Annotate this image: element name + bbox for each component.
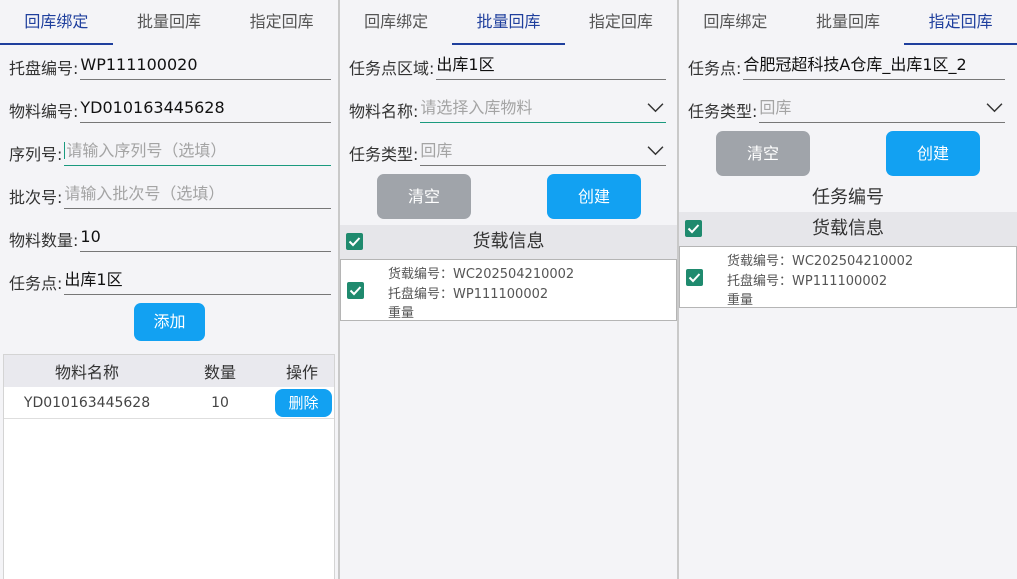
cargo-info-header: 货载信息 <box>340 225 677 259</box>
task-area-input[interactable]: 出库1区 <box>436 52 666 80</box>
task-area-field: 任务点区域: 出库1区 <box>349 52 666 80</box>
task-type-field: 任务类型: 回库 <box>349 138 666 166</box>
col-header-action: 操作 <box>285 363 318 382</box>
tab-batch-return[interactable]: 批量回库 <box>113 0 226 46</box>
material-table: 物料名称 数量 操作 YD010163445628 10 删除 <box>3 354 335 579</box>
task-type-select[interactable]: 回库 <box>420 138 666 166</box>
task-type-select[interactable]: 回库 <box>759 95 1005 123</box>
col-header-material-name: 物料名称 <box>54 363 119 382</box>
task-type-placeholder: 回库 <box>420 141 453 160</box>
cargo-item-checkbox[interactable] <box>347 282 364 299</box>
pallet-code-text: 托盘编号：WP111100002 <box>388 287 549 302</box>
task-point-label: 任务点: <box>9 274 63 293</box>
cell-material-name: YD010163445628 <box>23 394 151 411</box>
tab-return-bind[interactable]: 回库绑定 <box>0 0 113 46</box>
tab-return-bind[interactable]: 回库绑定 <box>679 0 792 46</box>
tab-bar: 回库绑定 批量回库 指定回库 <box>340 0 677 46</box>
tab-batch-return[interactable]: 批量回库 <box>452 0 565 46</box>
chevron-down-icon <box>986 103 1003 113</box>
cargo-info-title: 货载信息 <box>812 218 884 239</box>
batch-number-label: 批次号: <box>9 188 63 207</box>
task-type-label: 任务类型: <box>349 145 419 164</box>
tab-specified-return[interactable]: 指定回库 <box>225 0 338 46</box>
task-type-placeholder: 回库 <box>759 98 792 117</box>
chevron-down-icon <box>647 103 664 113</box>
return-bind-panel: 回库绑定 批量回库 指定回库 托盘编号: WP111100020 物料编号: Y… <box>0 0 338 579</box>
serial-number-input[interactable]: 请输入序列号（选填） <box>64 138 331 166</box>
tab-bar: 回库绑定 批量回库 指定回库 <box>679 0 1017 46</box>
pallet-code-field: 托盘编号: WP111100020 <box>9 52 331 80</box>
task-point-field: 任务点: 出库1区 <box>9 267 331 295</box>
weight-text: 重量 <box>388 306 415 321</box>
cargo-item-checkbox[interactable] <box>686 269 703 286</box>
checkbox-checked-icon <box>688 273 701 283</box>
serial-number-label: 序列号: <box>9 145 63 164</box>
task-point-field: 任务点: 合肥冠超科技A仓库_出库1区_2 <box>688 52 1005 80</box>
tab-batch-return[interactable]: 批量回库 <box>792 0 905 46</box>
material-code-label: 物料编号: <box>9 102 79 121</box>
chevron-down-icon <box>647 146 664 156</box>
pallet-code-text: 托盘编号：WP111100002 <box>727 274 888 289</box>
task-type-label: 任务类型: <box>688 102 758 121</box>
create-button[interactable]: 创建 <box>886 131 980 176</box>
batch-number-input[interactable]: 请输入批次号（选填） <box>64 181 331 209</box>
task-point-input[interactable]: 出库1区 <box>64 267 331 295</box>
cargo-code-text: 货载编号：WC202504210002 <box>388 267 575 282</box>
weight-text: 重量 <box>727 293 754 308</box>
create-button[interactable]: 创建 <box>547 174 641 219</box>
material-code-field: 物料编号: YD010163445628 <box>9 95 331 123</box>
table-header: 物料名称 数量 操作 <box>4 355 334 387</box>
cell-quantity: 10 <box>211 394 229 411</box>
material-quantity-field: 物料数量: 10 <box>9 224 331 252</box>
task-area-label: 任务点区域: <box>349 59 435 78</box>
cargo-card[interactable]: 货载编号：WC202504210002 托盘编号：WP111100002 重量 <box>340 259 677 321</box>
cargo-code-text: 货载编号：WC202504210002 <box>727 254 914 269</box>
batch-return-panel: 回库绑定 批量回库 指定回库 任务点区域: 出库1区 物料名称: 请选择入库物料… <box>340 0 677 579</box>
material-name-select[interactable]: 请选择入库物料 <box>420 95 666 123</box>
checkbox-checked-icon <box>349 286 362 296</box>
cargo-info-header: 货载信息 <box>679 212 1017 246</box>
delete-button[interactable]: 删除 <box>275 388 332 417</box>
task-point-input[interactable]: 合肥冠超科技A仓库_出库1区_2 <box>743 52 1005 80</box>
specified-return-panel: 回库绑定 批量回库 指定回库 任务点: 合肥冠超科技A仓库_出库1区_2 任务类… <box>679 0 1017 579</box>
task-number-label: 任务编号 <box>812 187 884 208</box>
table-row: YD010163445628 10 删除 <box>4 387 334 419</box>
col-header-quantity: 数量 <box>203 363 236 382</box>
pallet-code-input[interactable]: WP111100020 <box>80 52 331 80</box>
serial-number-field: 序列号: 请输入序列号（选填） <box>9 138 331 166</box>
batch-number-field: 批次号: 请输入批次号（选填） <box>9 181 331 209</box>
add-button[interactable]: 添加 <box>134 303 205 341</box>
serial-number-placeholder: 请输入序列号（选填） <box>66 141 227 160</box>
tab-specified-return[interactable]: 指定回库 <box>904 0 1017 46</box>
clear-button[interactable]: 清空 <box>377 174 471 219</box>
cargo-card[interactable]: 货载编号：WC202504210002 托盘编号：WP111100002 重量 <box>679 246 1017 308</box>
material-code-input[interactable]: YD010163445628 <box>80 95 331 123</box>
material-name-placeholder: 请选择入库物料 <box>420 98 533 117</box>
cargo-info-title: 货载信息 <box>472 231 545 252</box>
tab-specified-return[interactable]: 指定回库 <box>565 0 677 46</box>
clear-button[interactable]: 清空 <box>716 131 810 176</box>
tab-return-bind[interactable]: 回库绑定 <box>340 0 452 46</box>
material-name-field: 物料名称: 请选择入库物料 <box>349 95 666 123</box>
tab-bar: 回库绑定 批量回库 指定回库 <box>0 0 338 46</box>
material-quantity-input[interactable]: 10 <box>80 224 331 252</box>
task-point-label: 任务点: <box>688 59 742 78</box>
material-name-label: 物料名称: <box>349 102 419 121</box>
task-type-field: 任务类型: 回库 <box>688 95 1005 123</box>
pallet-code-label: 托盘编号: <box>9 59 79 78</box>
cell-action: 删除 <box>270 388 334 417</box>
material-quantity-label: 物料数量: <box>9 231 79 250</box>
